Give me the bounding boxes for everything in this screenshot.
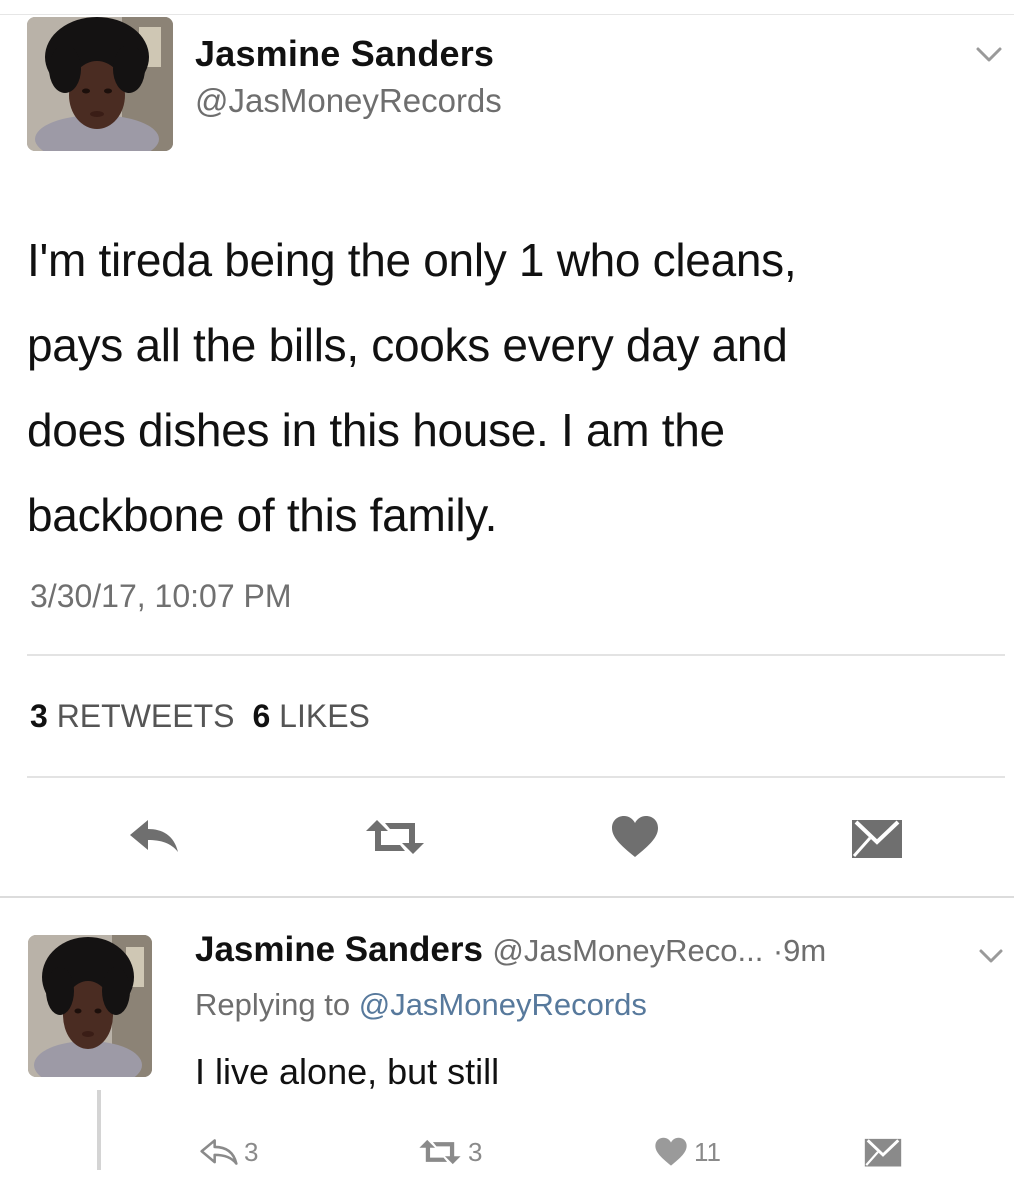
likes-label[interactable]: LIKES — [279, 698, 370, 734]
envelope-icon — [864, 1138, 902, 1167]
display-name[interactable]: Jasmine Sanders — [195, 930, 483, 969]
retweets-count[interactable]: 3 — [30, 698, 48, 734]
divider — [0, 896, 1014, 898]
like-button[interactable]: 11 — [654, 1136, 721, 1168]
heart-icon[interactable] — [610, 815, 660, 859]
top-divider — [0, 14, 1014, 15]
replying-to: Replying to @JasMoneyRecords — [195, 987, 647, 1023]
tweet-text-line: backbone of this family. — [27, 489, 498, 541]
avatar[interactable] — [28, 935, 152, 1077]
replying-to-label: Replying to — [195, 987, 351, 1022]
retweet-count: 3 — [468, 1136, 483, 1167]
avatar-photo — [27, 17, 173, 151]
likes-count[interactable]: 6 — [252, 698, 270, 734]
user-handle[interactable]: @JasMoneyReco... — [492, 933, 763, 968]
tweet-text-line: I'm tireda being the only 1 who cleans, — [27, 234, 797, 286]
message-button[interactable] — [862, 1136, 904, 1168]
reply-count: 3 — [244, 1136, 259, 1167]
retweet-button[interactable]: 3 — [418, 1136, 482, 1168]
avatar[interactable] — [27, 17, 173, 151]
chevron-down-icon[interactable] — [975, 46, 1003, 64]
retweets-label[interactable]: RETWEETS — [57, 698, 235, 734]
reply-icon[interactable] — [128, 818, 180, 854]
divider — [27, 654, 1005, 656]
tweet-text-line: does dishes in this house. I am the — [27, 404, 725, 456]
retweet-icon — [419, 1139, 461, 1165]
user-handle[interactable]: @JasMoneyRecords — [195, 82, 502, 120]
avatar-photo — [28, 935, 152, 1077]
like-count: 11 — [694, 1136, 721, 1167]
retweet-icon[interactable] — [364, 818, 426, 856]
divider — [27, 776, 1005, 778]
heart-icon — [655, 1137, 687, 1166]
reply-button[interactable]: 3 — [200, 1136, 258, 1168]
reply-header: Jasmine Sanders @JasMoneyReco... ·9m — [195, 930, 826, 970]
reply-icon — [200, 1139, 238, 1165]
tweet-text: I'm tireda being the only 1 who cleans, … — [27, 218, 987, 558]
tweet-timestamp[interactable]: 3/30/17, 10:07 PM — [30, 578, 292, 615]
envelope-icon[interactable] — [850, 816, 904, 860]
relative-time[interactable]: ·9m — [773, 933, 826, 968]
chevron-down-icon[interactable] — [978, 948, 1004, 964]
display-name[interactable]: Jasmine Sanders — [195, 33, 494, 75]
tweet-screenshot: Jasmine Sanders @JasMoneyRecords I'm tir… — [0, 0, 1014, 1198]
tweet-text-line: pays all the bills, cooks every day and — [27, 319, 788, 371]
tweet-stats: 3 RETWEETS 6 LIKES — [30, 698, 370, 735]
thread-line — [97, 1090, 101, 1170]
mention-link[interactable]: @JasMoneyRecords — [359, 987, 647, 1022]
reply-text: I live alone, but still — [195, 1051, 500, 1092]
